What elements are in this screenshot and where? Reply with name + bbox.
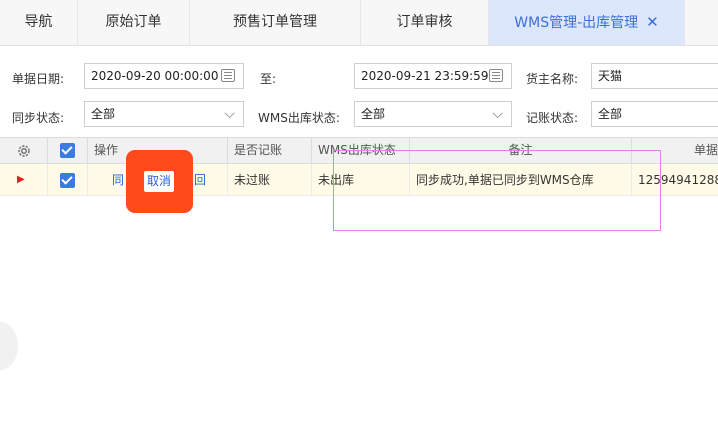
- remark-annotation-box: [333, 150, 661, 231]
- wms-status-label: WMS出库状态:: [258, 111, 340, 125]
- select-all-checkbox[interactable]: [60, 143, 75, 158]
- date-from-value: 2020-09-20 00:00:00: [91, 69, 219, 83]
- triangle-right-icon: ▶: [17, 174, 25, 185]
- row-booked-cell: 未过账: [228, 164, 312, 196]
- calendar-icon[interactable]: [489, 69, 503, 82]
- tab-nav[interactable]: 导航: [0, 0, 78, 45]
- settings-cell: [0, 138, 48, 163]
- account-status-label: 记账状态:: [526, 111, 579, 125]
- account-status-value: 全部: [598, 107, 623, 121]
- sync-status-label: 同步状态:: [12, 111, 65, 125]
- chevron-down-icon: ⌵: [492, 106, 503, 122]
- wms-status-value: 全部: [361, 107, 386, 121]
- row-checkbox-cell: [48, 164, 88, 196]
- owner-input[interactable]: 天猫: [591, 63, 718, 89]
- sync-status-select[interactable]: 全部 ⌵: [84, 101, 244, 127]
- date-to-value: 2020-09-21 23:59:59: [361, 69, 489, 83]
- date-from-input[interactable]: 2020-09-20 00:00:00: [84, 63, 244, 89]
- owner-value: 天猫: [598, 69, 623, 83]
- close-icon[interactable]: ✕: [646, 13, 659, 31]
- select-all-cell: [48, 138, 88, 163]
- tab-bar: 导航 原始订单 预售订单管理 订单审核 WMS管理-出库管理 ✕: [0, 0, 718, 46]
- return-link[interactable]: 回: [194, 164, 206, 196]
- gear-icon[interactable]: [16, 143, 32, 159]
- calendar-icon[interactable]: [221, 69, 235, 82]
- owner-label: 货主名称:: [526, 72, 579, 86]
- to-label: 至:: [260, 72, 277, 86]
- tab-original-orders[interactable]: 原始订单: [78, 0, 190, 45]
- row-checkbox[interactable]: [60, 173, 75, 188]
- tab-order-review[interactable]: 订单审核: [361, 0, 489, 45]
- doc-date-label: 单据日期:: [12, 72, 65, 86]
- wms-status-select[interactable]: 全部 ⌵: [354, 101, 512, 127]
- tab-wms-outbound-label: WMS管理-出库管理: [514, 15, 639, 31]
- account-status-select[interactable]: 全部: [591, 101, 718, 127]
- date-to-input[interactable]: 2020-09-21 23:59:59: [354, 63, 512, 89]
- sync-status-value: 全部: [91, 107, 116, 121]
- cancel-link[interactable]: 取消: [144, 171, 174, 192]
- col-header-booked: 是否记账: [228, 138, 312, 163]
- chevron-down-icon: ⌵: [224, 106, 235, 122]
- tab-wms-outbound[interactable]: WMS管理-出库管理 ✕: [489, 0, 685, 45]
- tab-presale-orders[interactable]: 预售订单管理: [190, 0, 361, 45]
- row-indicator-cell: ▶: [0, 164, 48, 196]
- side-handle[interactable]: [0, 322, 18, 370]
- sync-link[interactable]: 同: [112, 164, 124, 196]
